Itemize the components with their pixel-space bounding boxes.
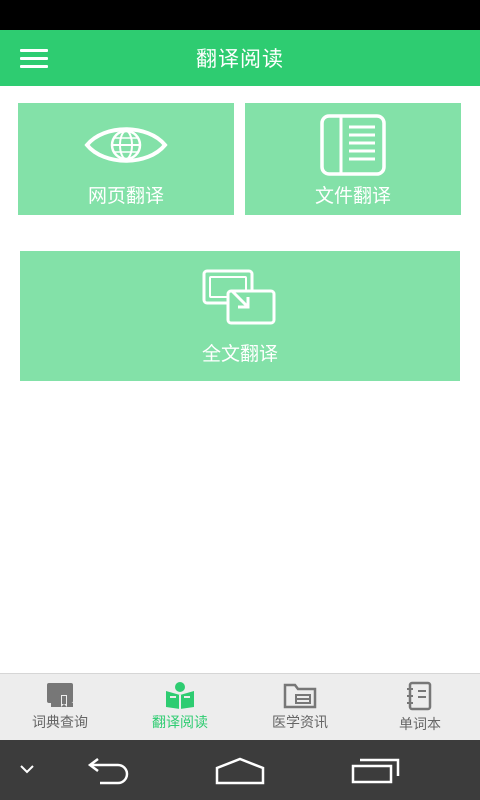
full-translate-label: 全文翻译 — [201, 343, 278, 365]
menu-icon[interactable] — [20, 46, 48, 70]
dictionary-book-icon — [47, 683, 73, 707]
file-translate-label: 文件翻译 — [314, 185, 391, 207]
nav-item-medical-news[interactable]: 医学资讯 — [240, 674, 360, 741]
app-bar: 翻译阅读 — [0, 30, 480, 86]
eye-globe-icon — [84, 127, 168, 163]
document-icon — [320, 114, 386, 176]
notebook-icon — [407, 681, 432, 711]
back-icon[interactable] — [82, 757, 132, 785]
file-translate-tile[interactable]: 文件翻译 — [245, 103, 461, 215]
bottom-nav: 词典查询 翻译阅读 医学资讯 单词本 — [0, 673, 480, 741]
recent-apps-icon[interactable] — [350, 756, 402, 786]
page-title: 翻译阅读 — [196, 47, 284, 71]
nav-item-reading[interactable]: 翻译阅读 — [120, 674, 240, 741]
home-icon[interactable] — [214, 756, 266, 786]
full-translate-tile[interactable]: 全文翻译 — [20, 251, 460, 381]
reading-icon — [166, 682, 194, 709]
nav-item-dictionary[interactable]: 词典查询 — [0, 674, 120, 741]
copy-expand-icon — [202, 269, 276, 325]
nav-label: 翻译阅读 — [152, 715, 208, 731]
system-nav-bar — [0, 740, 480, 800]
web-translate-tile[interactable]: 网页翻译 — [18, 103, 234, 215]
nav-label: 词典查询 — [32, 715, 88, 731]
chevron-down-icon[interactable] — [18, 762, 36, 776]
nav-label: 医学资讯 — [272, 715, 328, 731]
web-translate-label: 网页翻译 — [87, 185, 164, 207]
nav-item-wordbook[interactable]: 单词本 — [360, 674, 480, 741]
folder-news-icon — [283, 683, 317, 709]
nav-label: 单词本 — [399, 717, 441, 733]
status-bar — [0, 0, 480, 30]
